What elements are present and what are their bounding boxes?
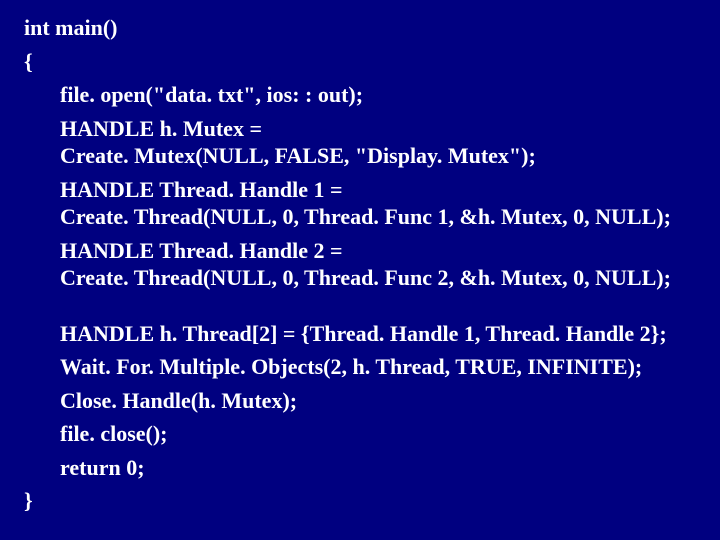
code-line: Create. Thread(NULL, 0, Thread. Func 2, … (24, 264, 696, 292)
code-line: file. close(); (24, 420, 696, 448)
code-line: { (24, 48, 696, 76)
code-line: } (24, 487, 696, 515)
code-line: HANDLE h. Mutex = (24, 115, 696, 143)
code-line: HANDLE h. Thread[2] = {Thread. Handle 1,… (24, 320, 696, 348)
code-line: Close. Handle(h. Mutex); (24, 387, 696, 415)
blank-line (24, 298, 696, 320)
code-line: HANDLE Thread. Handle 2 = (24, 237, 696, 265)
code-line: HANDLE Thread. Handle 1 = (24, 176, 696, 204)
code-slide: int main() { file. open("data. txt", ios… (0, 0, 720, 540)
code-line: file. open("data. txt", ios: : out); (24, 81, 696, 109)
code-line: Create. Mutex(NULL, FALSE, "Display. Mut… (24, 142, 696, 170)
code-line: return 0; (24, 454, 696, 482)
code-line: Wait. For. Multiple. Objects(2, h. Threa… (24, 353, 696, 381)
code-line: int main() (24, 14, 696, 42)
code-line: Create. Thread(NULL, 0, Thread. Func 1, … (24, 203, 696, 231)
